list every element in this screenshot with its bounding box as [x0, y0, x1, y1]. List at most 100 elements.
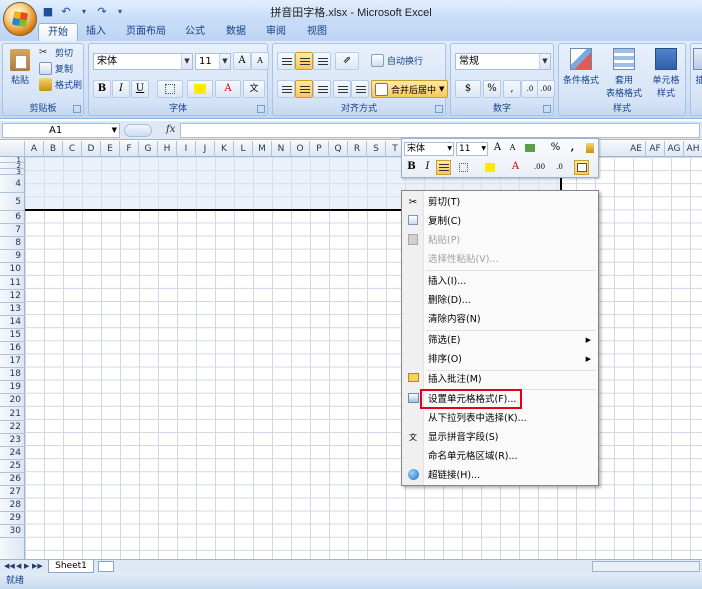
mini-currency-button[interactable]: [522, 141, 537, 156]
tab-insert[interactable]: 插入: [77, 23, 115, 41]
mini-italic-button[interactable]: I: [420, 160, 435, 175]
column-header[interactable]: L: [234, 141, 253, 157]
align-right-button[interactable]: [313, 80, 331, 98]
mini-font-size-combo[interactable]: 11 ▼: [456, 142, 488, 156]
row-header[interactable]: 28: [0, 499, 25, 513]
fx-button[interactable]: fx: [166, 124, 175, 135]
mini-increase-decimal-button[interactable]: .00: [532, 160, 547, 175]
menu-item-hyperlink[interactable]: 超链接(H)...: [402, 466, 598, 485]
row-header[interactable]: 20: [0, 394, 25, 408]
column-header[interactable]: Q: [329, 141, 348, 157]
tab-home[interactable]: 开始: [38, 23, 78, 41]
row-header[interactable]: 7: [0, 224, 25, 238]
column-header[interactable]: I: [177, 141, 196, 157]
border-button[interactable]: [157, 80, 183, 98]
mini-comma-button[interactable]: ,: [565, 141, 580, 156]
row-header[interactable]: 14: [0, 316, 25, 329]
menu-item-copy[interactable]: 复制(C): [402, 212, 598, 231]
comma-button[interactable]: ,: [503, 80, 521, 98]
mini-font-name-combo[interactable]: 宋体 ▼: [404, 142, 454, 156]
align-bottom-button[interactable]: [313, 52, 331, 70]
conditional-format-button[interactable]: 条件格式: [561, 48, 601, 86]
next-sheet-icon[interactable]: ▶: [24, 562, 29, 570]
mini-bold-button[interactable]: B: [404, 160, 419, 175]
font-launcher-icon[interactable]: [257, 105, 265, 113]
insert-sheet-icon[interactable]: [98, 561, 114, 572]
row-header[interactable]: 8: [0, 237, 25, 251]
row-header[interactable]: 5: [0, 193, 25, 211]
row-header[interactable]: 16: [0, 342, 25, 356]
align-left-button[interactable]: [277, 80, 295, 98]
tab-data[interactable]: 数据: [217, 23, 255, 41]
mini-fill-color-button[interactable]: [482, 160, 497, 175]
mini-font-color-button[interactable]: A: [508, 160, 523, 175]
italic-button[interactable]: I: [112, 80, 130, 98]
number-launcher-icon[interactable]: [543, 105, 551, 113]
menu-item-insert[interactable]: 插入(I)...: [402, 272, 598, 291]
number-format-combo[interactable]: 常规 ▼: [455, 53, 551, 70]
fill-color-button[interactable]: [187, 80, 213, 98]
column-header[interactable]: P: [310, 141, 329, 157]
sheet-tab-sheet1[interactable]: Sheet1: [48, 560, 94, 573]
row-header[interactable]: 11: [0, 277, 25, 290]
row-header[interactable]: 17: [0, 355, 25, 369]
column-header[interactable]: A: [25, 141, 44, 157]
row-header[interactable]: 29: [0, 512, 25, 526]
menu-item-show-phonetic[interactable]: 文 显示拼音字段(S): [402, 428, 598, 447]
horizontal-scrollbar[interactable]: [592, 561, 700, 572]
font-size-combo[interactable]: 11 ▼: [195, 53, 231, 70]
column-header[interactable]: D: [82, 141, 101, 157]
formula-input[interactable]: [180, 123, 700, 138]
tab-view[interactable]: 视图: [298, 23, 336, 41]
column-header[interactable]: S: [367, 141, 386, 157]
mini-grow-font-button[interactable]: A: [490, 141, 505, 156]
align-top-button[interactable]: [277, 52, 295, 70]
menu-item-paste-special[interactable]: 选择性粘贴(V)...: [402, 250, 598, 269]
mini-center-button[interactable]: [436, 160, 451, 175]
font-name-combo[interactable]: 宋体 ▼: [93, 53, 193, 70]
mini-shrink-font-button[interactable]: A: [505, 141, 520, 156]
last-sheet-icon[interactable]: ▶▶: [32, 562, 43, 570]
select-all-corner[interactable]: [0, 141, 25, 157]
office-button[interactable]: [3, 2, 37, 36]
column-header[interactable]: G: [139, 141, 158, 157]
prev-sheet-icon[interactable]: ◀: [16, 562, 21, 570]
orientation-button[interactable]: ⇗: [335, 52, 359, 70]
column-header[interactable]: F: [120, 141, 139, 157]
column-header[interactable]: AH: [684, 141, 702, 157]
column-header[interactable]: B: [44, 141, 63, 157]
row-header[interactable]: 30: [0, 525, 25, 539]
decrease-decimal-button[interactable]: .00: [537, 80, 555, 98]
row-header[interactable]: 23: [0, 434, 25, 447]
alignment-launcher-icon[interactable]: [435, 105, 443, 113]
row-header[interactable]: 13: [0, 303, 25, 316]
column-header[interactable]: M: [253, 141, 272, 157]
column-header[interactable]: E: [101, 141, 120, 157]
format-as-table-button[interactable]: 套用 表格格式: [603, 48, 645, 99]
cut-button[interactable]: ✂ 剪切: [39, 46, 73, 59]
mini-percent-button[interactable]: %: [548, 141, 563, 156]
menu-item-cut[interactable]: ✂ 剪切(T): [402, 193, 598, 212]
column-header[interactable]: AF: [646, 141, 665, 157]
cell-styles-button[interactable]: 单元格 样式: [647, 48, 685, 99]
clipboard-launcher-icon[interactable]: [73, 105, 81, 113]
column-header[interactable]: C: [63, 141, 82, 157]
row-header[interactable]: 26: [0, 473, 25, 487]
column-header[interactable]: J: [196, 141, 215, 157]
mini-border-button[interactable]: [456, 160, 471, 175]
format-painter-button[interactable]: 格式刷: [39, 78, 82, 91]
grow-font-button[interactable]: A: [233, 52, 251, 70]
menu-item-sort[interactable]: 排序(O) ▶: [402, 350, 598, 369]
column-header[interactable]: O: [291, 141, 310, 157]
mini-format-painter-button[interactable]: [582, 141, 597, 156]
menu-item-clear-contents[interactable]: 清除内容(N): [402, 310, 598, 329]
column-header[interactable]: AG: [665, 141, 684, 157]
wrap-text-button[interactable]: 自动换行: [371, 54, 423, 67]
insert-cells-button[interactable]: 插: [693, 48, 702, 86]
row-header[interactable]: 22: [0, 421, 25, 434]
copy-button[interactable]: 复制: [39, 62, 73, 75]
first-sheet-icon[interactable]: ◀◀: [4, 562, 15, 570]
font-color-button[interactable]: A: [215, 80, 241, 98]
row-header[interactable]: 25: [0, 460, 25, 473]
merge-center-button[interactable]: 合并后居中 ▼: [371, 80, 449, 98]
